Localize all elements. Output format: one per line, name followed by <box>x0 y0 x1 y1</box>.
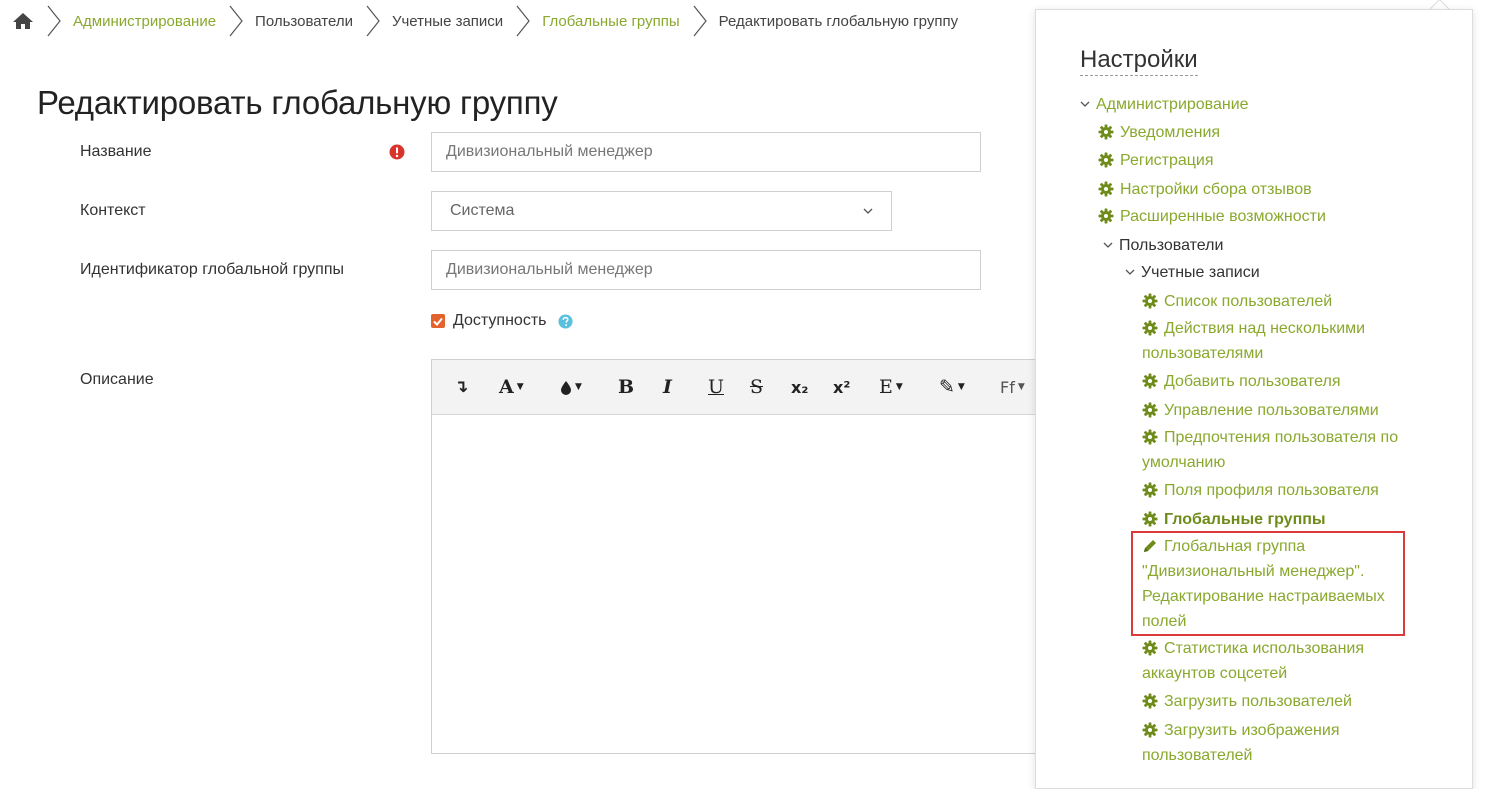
gear-icon <box>1098 124 1114 140</box>
gear-icon <box>1142 482 1158 498</box>
tree-manage-users[interactable]: Управление пользователями <box>1142 398 1379 423</box>
arrow-down-left-icon[interactable]: ↴ <box>454 374 468 400</box>
chevron-right-icon <box>366 5 380 37</box>
tree-feedback[interactable]: Настройки сбора отзывов <box>1098 177 1312 202</box>
description-editor[interactable]: ↴ A ▼ ▼ B I U S x₂ x² E ▼ ✎ ▼ Ff ▼ <box>431 359 1061 754</box>
context-label: Контекст <box>80 202 146 219</box>
chevron-down-icon <box>863 208 873 214</box>
tree-bulk-actions[interactable]: Действия над несколькими пользователями <box>1142 316 1402 366</box>
editor-content-area[interactable] <box>432 415 1060 755</box>
chevron-right-icon <box>47 5 61 37</box>
tree-add-user[interactable]: Добавить пользователя <box>1142 369 1340 394</box>
tree-upload-users[interactable]: Загрузить пользователей <box>1142 689 1352 714</box>
idnumber-label: Идентификатор глобальной группы <box>80 261 344 278</box>
description-label: Описание <box>80 371 154 388</box>
chevron-right-icon <box>516 5 530 37</box>
gear-icon <box>1098 208 1114 224</box>
gear-icon <box>1142 722 1158 738</box>
gear-icon <box>1142 429 1158 445</box>
tree-upload-pictures[interactable]: Загрузить изображения пользователей <box>1142 718 1402 768</box>
idnumber-input[interactable] <box>431 250 981 290</box>
style-brush-button[interactable]: ✎ ▼ <box>939 374 965 400</box>
gear-icon <box>1142 511 1158 527</box>
tree-notifications[interactable]: Уведомления <box>1098 120 1220 145</box>
context-selected-value: Система <box>450 202 515 219</box>
chevron-down-icon <box>1103 242 1113 248</box>
tree-profile-fields[interactable]: Поля профиля пользователя <box>1142 478 1379 503</box>
subscript-button[interactable]: x₂ <box>791 374 808 400</box>
align-button[interactable]: E ▼ <box>879 374 903 400</box>
font-family-button[interactable]: Ff ▼ <box>1000 374 1025 400</box>
bold-button[interactable]: B <box>618 374 634 400</box>
home-icon[interactable] <box>12 12 34 30</box>
editor-toolbar: ↴ A ▼ ▼ B I U S x₂ x² E ▼ ✎ ▼ Ff ▼ <box>432 360 1060 415</box>
settings-title: Настройки <box>1080 46 1198 76</box>
strikethrough-button[interactable]: S <box>750 374 763 400</box>
breadcrumb: Администрирование Пользователи Учетные з… <box>12 0 968 42</box>
tree-admin[interactable]: Администрирование <box>1080 92 1249 117</box>
breadcrumb-current: Редактировать глобальную группу <box>718 12 959 30</box>
chevron-right-icon <box>693 5 707 37</box>
visible-label: Доступность <box>453 312 547 329</box>
breadcrumb-accounts: Учетные записи <box>391 12 504 30</box>
gear-icon <box>1142 402 1158 418</box>
italic-button[interactable]: I <box>663 374 672 400</box>
superscript-button[interactable]: x² <box>833 374 850 400</box>
drop-icon <box>561 380 571 395</box>
tree-user-list[interactable]: Список пользователей <box>1142 289 1332 314</box>
gear-icon <box>1142 293 1158 309</box>
visible-checkbox[interactable] <box>431 314 445 328</box>
breadcrumb-admin[interactable]: Администрирование <box>73 13 216 30</box>
gear-icon <box>1142 373 1158 389</box>
help-icon[interactable] <box>558 313 574 329</box>
tree-advanced[interactable]: Расширенные возможности <box>1098 204 1326 229</box>
tree-social-stats[interactable]: Статистика использования аккаунтов соцсе… <box>1142 636 1402 686</box>
tree-registration[interactable]: Регистрация <box>1098 148 1214 173</box>
page-title: Редактировать глобальную группу <box>37 84 558 121</box>
gear-icon <box>1142 693 1158 709</box>
font-color-button[interactable]: A ▼ <box>499 374 524 400</box>
chevron-down-icon <box>1125 269 1135 275</box>
chevron-down-icon <box>1080 101 1090 107</box>
gear-icon <box>1098 181 1114 197</box>
visible-row: Доступность <box>431 312 574 330</box>
tree-user-prefs[interactable]: Предпочтения пользователя по умолчанию <box>1142 425 1422 475</box>
breadcrumb-users: Пользователи <box>255 12 353 30</box>
gear-icon <box>1098 152 1114 168</box>
tree-cohorts[interactable]: Глобальные группы <box>1142 507 1326 532</box>
chevron-right-icon <box>229 5 243 37</box>
tree-accounts[interactable]: Учетные записи <box>1125 260 1260 285</box>
required-icon <box>389 144 405 160</box>
background-color-button[interactable]: ▼ <box>560 374 582 400</box>
highlight-box <box>1131 531 1405 636</box>
context-select[interactable]: Система <box>431 191 892 231</box>
gear-icon <box>1142 320 1158 336</box>
underline-button[interactable]: U <box>708 374 724 400</box>
gear-icon <box>1142 640 1158 656</box>
tree-users[interactable]: Пользователи <box>1103 233 1223 258</box>
name-label: Название <box>80 143 152 160</box>
breadcrumb-cohorts[interactable]: Глобальные группы <box>542 13 679 30</box>
name-input[interactable] <box>431 132 981 172</box>
